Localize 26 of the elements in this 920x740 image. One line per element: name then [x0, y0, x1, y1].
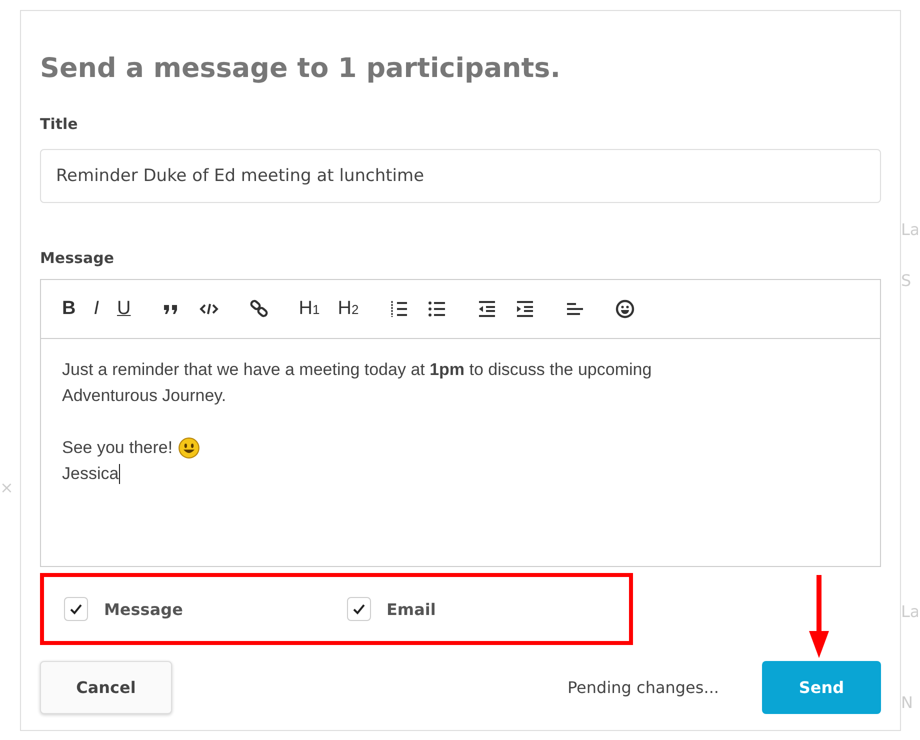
link-icon[interactable]: [248, 299, 269, 319]
underline-button[interactable]: U: [117, 299, 131, 319]
bullet-list-icon[interactable]: [426, 299, 447, 319]
heading-button[interactable]: H2: [338, 298, 359, 320]
numbered-list-icon[interactable]: [388, 299, 409, 319]
italic-button[interactable]: I: [94, 299, 100, 319]
message-text: See you there!: [62, 437, 173, 459]
indent-icon[interactable]: [514, 299, 535, 319]
status-text: Pending changes...: [567, 678, 719, 697]
outdent-icon[interactable]: [476, 299, 497, 319]
field-label: Title: [40, 115, 79, 133]
checkbox-label: Email: [386, 600, 436, 618]
cancel-button[interactable]: Cancel: [40, 661, 172, 714]
close-icon: ×: [0, 478, 14, 497]
title-field[interactable]: Reminder Duke of Ed meeting at lunchtime: [40, 149, 881, 203]
checkbox-label: Message: [104, 600, 183, 618]
heading-button[interactable]: H1: [298, 298, 320, 320]
field-label: Message: [40, 249, 115, 267]
message-text: Just a reminder that we have a meeting today at 1pm to discuss the upcoming Adventurous Journey.: [62, 359, 653, 407]
bold-button[interactable]: B: [62, 299, 76, 319]
message-text: Jessica: [62, 463, 119, 485]
checkbox[interactable]: [64, 597, 88, 621]
smiley-icon[interactable]: [614, 299, 635, 319]
dialog-title: Send a message to 1 participants.: [40, 53, 562, 85]
message-editor[interactable]: B I U H1 H2 Just a reminder that we have a meeting today at 1pm to discuss the upcoming Adventurous Journey. See you there! Jessica: [40, 279, 881, 567]
checkbox[interactable]: [346, 597, 370, 621]
